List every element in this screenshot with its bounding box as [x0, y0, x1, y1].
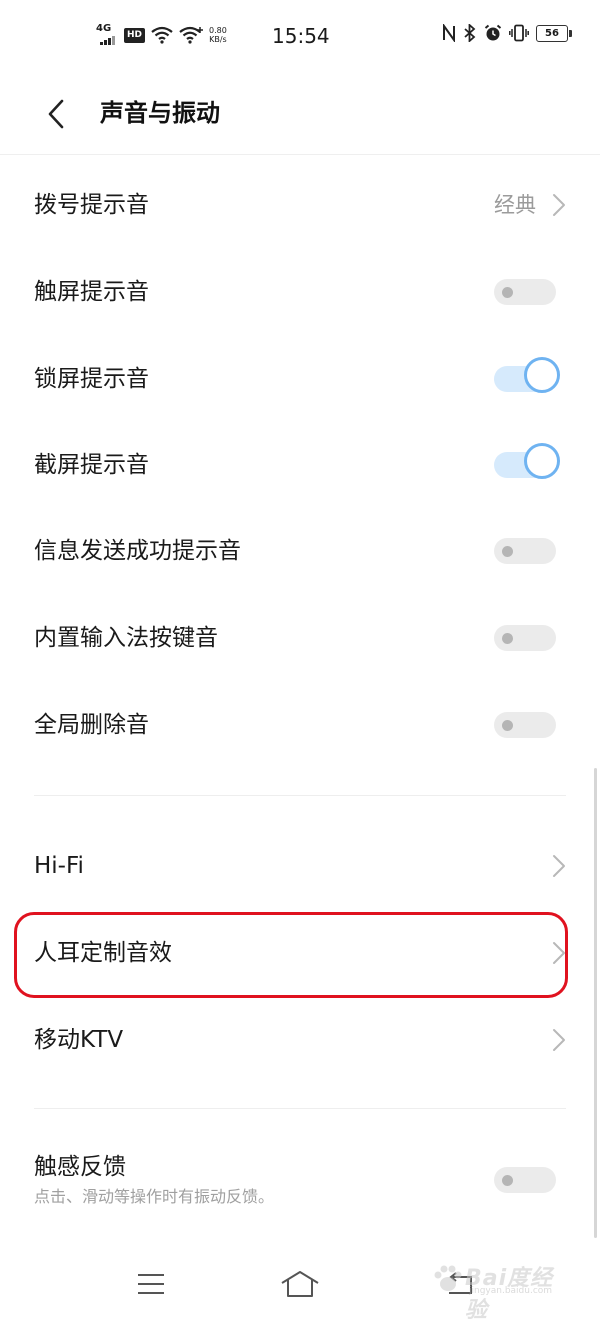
screen: 4G HD 0.80 KB/s 15:54 56 声音与振动 拨号提示音 经典 … [0, 0, 600, 1320]
row-value: 经典 [494, 193, 536, 217]
speed-unit: KB/s [209, 35, 227, 44]
toggle-knob [502, 1175, 513, 1186]
row-label: Hi-Fi [34, 853, 84, 879]
toggle-knob [502, 633, 513, 644]
paw-icon [434, 1265, 462, 1291]
wifi-data-icon [179, 26, 204, 44]
home-button[interactable] [275, 1262, 325, 1306]
nfc-icon [443, 24, 455, 42]
watermark-url: jingyan.baidu.com [469, 1286, 553, 1296]
header: 声音与振动 [0, 74, 600, 155]
highlight-annotation [14, 912, 568, 998]
chevron-right-icon [553, 1029, 565, 1051]
battery-icon: 56 [536, 24, 572, 42]
row-label: 全局删除音 [34, 712, 149, 738]
chevron-right-icon [553, 194, 565, 216]
recents-button[interactable] [126, 1262, 176, 1306]
row-label: 截屏提示音 [34, 452, 149, 478]
home-icon [281, 1271, 319, 1297]
row-label: 触感反馈 [34, 1154, 126, 1180]
row-label: 信息发送成功提示音 [34, 538, 241, 564]
haptic-feedback-row: 触感反馈 点击、滑动等操作时有振动反馈。 [0, 1136, 600, 1226]
menu-icon [138, 1274, 164, 1294]
keyboard-tone-row: 内置输入法按键音 [0, 595, 600, 681]
network-speed: 0.80 KB/s [209, 26, 227, 44]
cellular-signal-icon: 4G [96, 24, 118, 46]
page-title: 声音与振动 [100, 99, 220, 127]
dial-tone-row[interactable]: 拨号提示音 经典 [0, 162, 600, 248]
delete-tone-row: 全局删除音 [0, 682, 600, 768]
row-subtitle: 点击、滑动等操作时有振动反馈。 [34, 1187, 275, 1206]
hifi-row[interactable]: Hi-Fi [0, 823, 600, 909]
vibrate-icon [509, 24, 529, 42]
clock: 15:54 [272, 24, 330, 48]
message-sent-tone-toggle[interactable] [494, 538, 556, 564]
touch-tone-toggle[interactable] [494, 279, 556, 305]
back-button[interactable] [34, 92, 78, 136]
alarm-icon [484, 24, 502, 41]
touch-tone-row: 触屏提示音 [0, 249, 600, 335]
screenshot-tone-row: 截屏提示音 [0, 422, 600, 508]
toggle-knob [502, 720, 513, 731]
haptic-feedback-toggle[interactable] [494, 1167, 556, 1193]
delete-tone-toggle[interactable] [494, 712, 556, 738]
speed-value: 0.80 [209, 26, 227, 35]
chevron-right-icon [553, 855, 565, 877]
screenshot-tone-toggle[interactable] [494, 443, 560, 479]
watermark: Bai度经验 jingyan.baidu.com [431, 1258, 566, 1320]
row-label: 锁屏提示音 [34, 366, 149, 392]
row-label: 移动KTV [34, 1027, 124, 1053]
keyboard-tone-toggle[interactable] [494, 625, 556, 651]
toggle-knob [502, 546, 513, 557]
row-label: 内置输入法按键音 [34, 625, 218, 651]
status-right: 56 [442, 24, 572, 42]
section-divider [34, 1108, 566, 1109]
scrollbar[interactable] [594, 768, 597, 1238]
chevron-left-icon [48, 99, 64, 129]
toggle-knob [502, 287, 513, 298]
toggle-knob [524, 357, 560, 393]
toggle-knob [524, 443, 560, 479]
lock-screen-tone-row: 锁屏提示音 [0, 336, 600, 422]
message-sent-tone-row: 信息发送成功提示音 [0, 508, 600, 594]
hd-badge: HD [124, 27, 146, 43]
wifi-icon [151, 26, 173, 44]
row-label: 拨号提示音 [34, 192, 149, 218]
status-bar: 4G HD 0.80 KB/s 15:54 56 [0, 0, 600, 74]
mobile-ktv-row[interactable]: 移动KTV [0, 997, 600, 1083]
network-type: 4G [96, 23, 112, 34]
lock-screen-tone-toggle[interactable] [494, 357, 560, 393]
bluetooth-icon [464, 24, 476, 42]
row-label: 触屏提示音 [34, 279, 149, 305]
section-divider [34, 795, 566, 796]
status-left: 4G HD 0.80 KB/s [96, 24, 227, 46]
